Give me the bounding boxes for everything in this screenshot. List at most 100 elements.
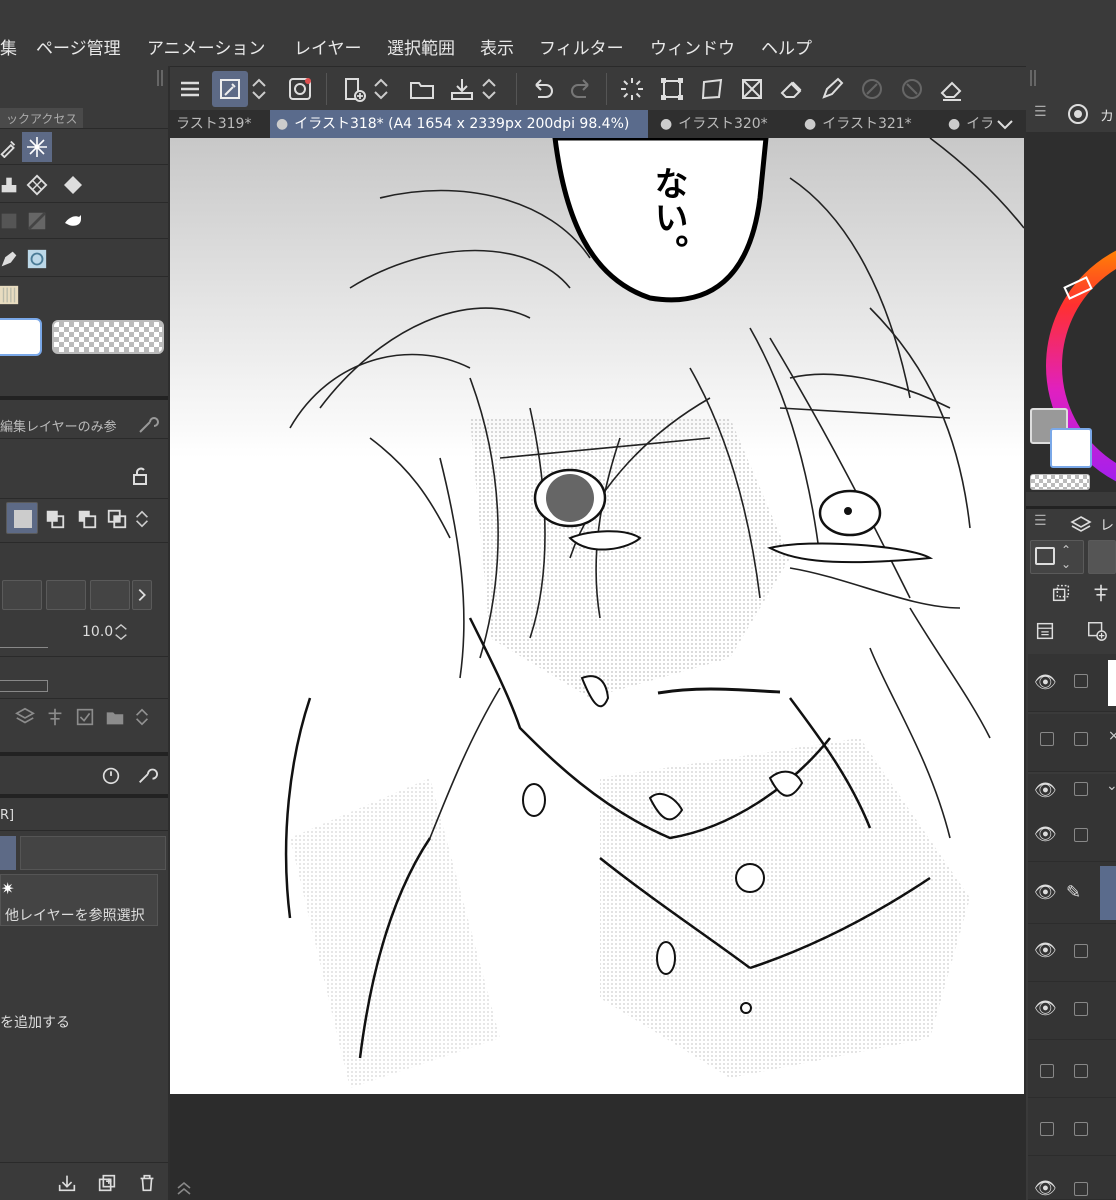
tab-illust-318[interactable]: ● イラスト318* (A4 1654 x 2339px 200dpi 98.4%…: [270, 110, 648, 138]
panel-menu-icon[interactable]: ☰: [1034, 104, 1047, 120]
main-color-swatch[interactable]: [0, 318, 42, 356]
chevron-right-icon[interactable]: [132, 580, 152, 610]
quick-access-tab[interactable]: ックアクセス: [0, 108, 84, 129]
menu-selection[interactable]: 選択範囲: [387, 34, 455, 59]
color-tab-label[interactable]: カ: [1100, 106, 1114, 126]
redo-icon[interactable]: [564, 71, 600, 107]
fringe-brush-icon[interactable]: [0, 280, 24, 310]
fill-selection-icon[interactable]: [854, 71, 890, 107]
clip-layer-icon[interactable]: [1046, 578, 1076, 608]
checkbox-icon[interactable]: [70, 702, 100, 732]
fill-selection-alt-icon[interactable]: [894, 71, 930, 107]
layer-row[interactable]: 👁: [1028, 1156, 1116, 1200]
add-selection-icon[interactable]: [40, 504, 70, 534]
tab-illust-320[interactable]: ● イラスト320*: [654, 110, 794, 138]
drawing-canvas[interactable]: ない。: [170, 138, 1024, 1094]
menu-filter[interactable]: フィルター: [539, 34, 624, 59]
layer-row[interactable]: [1028, 1098, 1116, 1156]
layer-row[interactable]: 👁: [1028, 654, 1116, 712]
pen-icon[interactable]: [814, 71, 850, 107]
ref-layer-icon[interactable]: [1086, 578, 1116, 608]
brush-dark-icon[interactable]: [0, 206, 24, 236]
layer-row-selected[interactable]: 👁 ✎: [1028, 862, 1116, 924]
save-icon[interactable]: [444, 71, 480, 107]
intersect-selection-icon[interactable]: [102, 504, 132, 534]
chevron-updown-icon[interactable]: [248, 71, 270, 107]
transparent-swatch[interactable]: [1030, 474, 1090, 490]
background-color-swatch[interactable]: [1050, 428, 1092, 468]
eraser-icon[interactable]: [774, 71, 810, 107]
close-icon[interactable]: ×: [1108, 728, 1116, 744]
stamp-icon[interactable]: [0, 170, 24, 200]
import-icon[interactable]: [52, 1168, 82, 1198]
menu-window[interactable]: ウィンドウ: [650, 34, 735, 59]
new-page-icon[interactable]: [336, 71, 372, 107]
layer-lock-checkbox[interactable]: [1074, 1064, 1088, 1078]
chevron-updown-icon[interactable]: [478, 71, 500, 107]
layer-lock-checkbox[interactable]: [1074, 1002, 1088, 1016]
menu-view[interactable]: 表示: [480, 34, 514, 59]
spiral-icon[interactable]: [282, 71, 318, 107]
eye-visibility-icon[interactable]: 👁: [1034, 882, 1057, 903]
layer-lock-checkbox[interactable]: [1074, 732, 1088, 746]
tab-illust-319[interactable]: ラスト319*: [170, 110, 268, 138]
eye-visibility-icon[interactable]: 👁: [1034, 1178, 1057, 1199]
loading-spinner-icon[interactable]: [614, 71, 650, 107]
checker-pattern-icon[interactable]: [22, 170, 52, 200]
duplicate-icon[interactable]: [92, 1168, 122, 1198]
open-folder-icon[interactable]: [404, 71, 440, 107]
menu-animation[interactable]: アニメーション: [147, 34, 265, 59]
layer-visibility-checkbox[interactable]: [1040, 1064, 1054, 1078]
layer-row[interactable]: 👁: [1028, 924, 1116, 982]
color-wheel-tab-icon[interactable]: [1068, 104, 1088, 124]
eyedropper-tool-icon[interactable]: [212, 71, 248, 107]
eye-visibility-icon[interactable]: 👁: [1034, 780, 1057, 801]
menu-edit[interactable]: 集: [0, 34, 17, 59]
layer-row[interactable]: 👁: [1028, 982, 1116, 1040]
chevron-updown-icon[interactable]: [370, 71, 392, 107]
hamburger-menu-icon[interactable]: [172, 71, 208, 107]
opacity-box[interactable]: [1088, 540, 1116, 574]
layer-lock-checkbox[interactable]: [1074, 828, 1088, 842]
trash-icon[interactable]: [132, 1168, 162, 1198]
panel-grip[interactable]: [157, 70, 163, 86]
layers-icon[interactable]: [10, 702, 40, 732]
texture-brush-icon[interactable]: [22, 206, 52, 236]
option-slot[interactable]: [90, 580, 130, 610]
blend-mode-select[interactable]: ⌃ ⌄: [1030, 540, 1084, 574]
layer-tab-label[interactable]: レ: [1100, 515, 1114, 535]
eye-visibility-icon[interactable]: 👁: [1034, 824, 1057, 845]
layer-visibility-checkbox[interactable]: [1040, 732, 1054, 746]
subtract-selection-icon[interactable]: [72, 504, 102, 534]
opacity-slider[interactable]: [0, 680, 48, 692]
panel-grip[interactable]: [1030, 70, 1036, 86]
auto-action-tab[interactable]: R]: [0, 808, 14, 823]
layer-lock-checkbox[interactable]: [1074, 1182, 1088, 1196]
add-action-link[interactable]: を追加する: [0, 1012, 70, 1032]
undo-icon[interactable]: [524, 71, 560, 107]
color-wheel-area[interactable]: [1026, 132, 1116, 492]
folder-icon[interactable]: [100, 702, 130, 732]
eye-visibility-icon[interactable]: 👁: [1034, 940, 1057, 961]
pencil-edit-icon[interactable]: ✎: [1066, 882, 1081, 903]
wrench-icon[interactable]: [132, 760, 162, 790]
layer-visibility-checkbox[interactable]: [1040, 1122, 1054, 1136]
sparkle-icon[interactable]: [22, 132, 52, 162]
unlock-icon[interactable]: [130, 466, 150, 486]
layer-lock-checkbox[interactable]: [1074, 1122, 1088, 1136]
layer-row[interactable]: [1028, 1040, 1116, 1098]
brush-size-value[interactable]: 10.0: [82, 624, 113, 640]
layer-lock-checkbox[interactable]: [1074, 674, 1088, 688]
menu-layer[interactable]: レイヤー: [294, 34, 362, 59]
chevron-down-icon[interactable]: ⌄: [1106, 778, 1116, 794]
ref-layer-icon[interactable]: [40, 702, 70, 732]
clear-eraser-icon[interactable]: [934, 71, 970, 107]
chevron-updown-icon[interactable]: [132, 504, 152, 534]
layer-settings-icon[interactable]: [1030, 616, 1060, 646]
transform-icon[interactable]: [654, 71, 690, 107]
chevron-updown-icon[interactable]: [112, 620, 130, 644]
chevron-down-icon[interactable]: [994, 114, 1016, 134]
fill-bucket-icon[interactable]: [58, 170, 88, 200]
wrench-icon[interactable]: [136, 414, 160, 434]
area-mode-button[interactable]: [6, 502, 38, 534]
